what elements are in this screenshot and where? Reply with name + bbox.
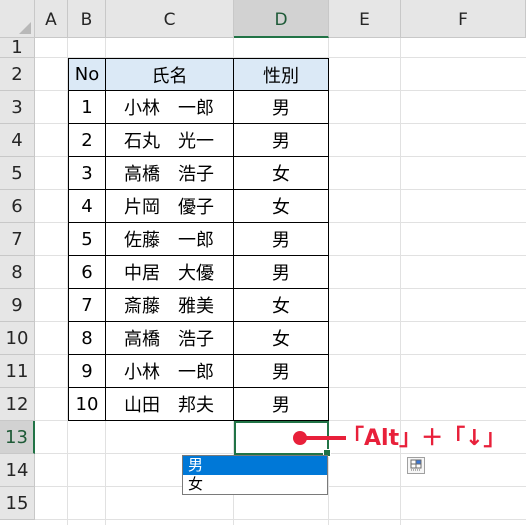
cell-no[interactable]: 2 bbox=[68, 124, 106, 157]
annotation-pointer-dot-icon bbox=[293, 431, 307, 445]
cell-gender[interactable]: 女 bbox=[234, 289, 329, 322]
row-header-7[interactable]: 7 bbox=[0, 223, 35, 256]
cell-gender[interactable]: 男 bbox=[234, 91, 329, 124]
cell-name[interactable]: 片岡 優子 bbox=[106, 190, 234, 223]
cell-no[interactable]: 5 bbox=[68, 223, 106, 256]
row-header-3[interactable]: 3 bbox=[0, 91, 35, 124]
row-header-13[interactable]: 13 bbox=[0, 421, 35, 454]
table-header-name[interactable]: 氏名 bbox=[106, 58, 234, 91]
row-header-14[interactable]: 14 bbox=[0, 454, 35, 487]
cell-name[interactable]: 山田 邦夫 bbox=[106, 388, 234, 421]
row-header-1[interactable]: 1 bbox=[0, 37, 35, 58]
column-header-d[interactable]: D bbox=[234, 0, 329, 38]
cell-name[interactable]: 高橋 浩子 bbox=[106, 322, 234, 355]
row-header-8[interactable]: 8 bbox=[0, 256, 35, 289]
dropdown-list[interactable]: 男 女 bbox=[182, 455, 328, 495]
row-header-9[interactable]: 9 bbox=[0, 289, 35, 322]
cell-gender[interactable]: 男 bbox=[234, 388, 329, 421]
dropdown-option-female[interactable]: 女 bbox=[183, 475, 327, 494]
table-header-gender[interactable]: 性別 bbox=[234, 58, 329, 91]
cell-name[interactable]: 高橋 浩子 bbox=[106, 157, 234, 190]
cell-name[interactable]: 中居 大優 bbox=[106, 256, 234, 289]
dropdown-option-male[interactable]: 男 bbox=[183, 456, 327, 475]
column-header-a[interactable]: A bbox=[35, 0, 68, 38]
column-header-b[interactable]: B bbox=[68, 0, 106, 38]
gridline bbox=[35, 519, 526, 520]
autofill-options-icon[interactable] bbox=[407, 457, 425, 474]
cell-no[interactable]: 6 bbox=[68, 256, 106, 289]
spreadsheet: A B C D E F 1 2 3 4 5 6 7 8 9 10 11 12 1… bbox=[0, 0, 526, 525]
column-header-c[interactable]: C bbox=[106, 0, 234, 38]
cell-gender[interactable]: 女 bbox=[234, 322, 329, 355]
column-header-e[interactable]: E bbox=[329, 0, 401, 38]
cell-gender[interactable]: 男 bbox=[234, 124, 329, 157]
row-header-12[interactable]: 12 bbox=[0, 388, 35, 421]
cell-no[interactable]: 4 bbox=[68, 190, 106, 223]
cell-gender[interactable]: 男 bbox=[234, 355, 329, 388]
row-header-5[interactable]: 5 bbox=[0, 157, 35, 190]
cell-no[interactable]: 1 bbox=[68, 91, 106, 124]
cell-name[interactable]: 石丸 光一 bbox=[106, 124, 234, 157]
cell-no[interactable]: 8 bbox=[68, 322, 106, 355]
row-header-2[interactable]: 2 bbox=[0, 58, 35, 91]
row-header-15[interactable]: 15 bbox=[0, 487, 35, 520]
cell-gender[interactable]: 男 bbox=[234, 223, 329, 256]
row-header-10[interactable]: 10 bbox=[0, 322, 35, 355]
cell-no[interactable]: 7 bbox=[68, 289, 106, 322]
select-all-triangle-icon bbox=[19, 22, 31, 34]
cell-name[interactable]: 小林 一郎 bbox=[106, 355, 234, 388]
cell-gender[interactable]: 男 bbox=[234, 256, 329, 289]
cell-name[interactable]: 小林 一郎 bbox=[106, 91, 234, 124]
cell-gender[interactable]: 女 bbox=[234, 157, 329, 190]
cell-no[interactable]: 3 bbox=[68, 157, 106, 190]
table-header-no[interactable]: No bbox=[68, 58, 106, 91]
row-header-4[interactable]: 4 bbox=[0, 124, 35, 157]
cell-name[interactable]: 佐藤 一郎 bbox=[106, 223, 234, 256]
column-header-f[interactable]: F bbox=[401, 0, 526, 38]
cell-name[interactable]: 斎藤 雅美 bbox=[106, 289, 234, 322]
cell-no[interactable]: 10 bbox=[68, 388, 106, 421]
cell-no[interactable]: 9 bbox=[68, 355, 106, 388]
autofill-grid-icon bbox=[410, 459, 422, 471]
row-header-11[interactable]: 11 bbox=[0, 355, 35, 388]
cell-gender[interactable]: 女 bbox=[234, 190, 329, 223]
annotation-shortcut-text: 「Alt」＋「↓」 bbox=[342, 426, 506, 451]
select-all-corner[interactable] bbox=[0, 0, 35, 38]
row-header-6[interactable]: 6 bbox=[0, 190, 35, 223]
